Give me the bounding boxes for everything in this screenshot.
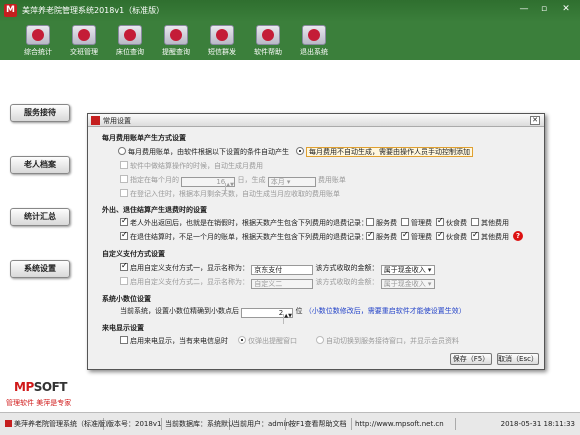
status-version: 版本号：2018v1 <box>104 418 162 430</box>
sms-icon <box>210 25 234 45</box>
slogan: 管理软件 美萍是专家 <box>6 399 72 407</box>
settings-dialog: 常用设置 ✕ 每月费用账单产生方式设置 每月费用账单，由软件根据以下设置的条件自… <box>87 113 545 370</box>
sidebar-item-settings[interactable]: 系统设置 <box>10 260 70 278</box>
title-bar: M 美萍养老院管理系统2018v1（标准版） — ▫ ✕ <box>0 0 580 22</box>
radio-switch-window[interactable]: 自动切换到服务接待窗口，并显示会员资料 <box>316 336 459 346</box>
dialog-close-button[interactable]: ✕ <box>530 116 540 125</box>
fee-service-2[interactable]: 服务费 <box>366 230 397 242</box>
radio-auto[interactable] <box>118 147 126 155</box>
mpsoft-logo: MPSOFT <box>14 380 67 394</box>
shift-button[interactable]: 交班管理 <box>66 24 102 58</box>
fee-service-1[interactable]: 服务费 <box>366 218 397 228</box>
sidebar-item-summary[interactable]: 统计汇总 <box>10 208 70 226</box>
status-app-icon <box>5 420 12 427</box>
fee-meal-1[interactable]: 伙食费 <box>436 216 467 228</box>
section-billing-title: 每月费用账单产生方式设置 <box>102 134 186 142</box>
sidebar-item-archive[interactable]: 老人档案 <box>10 156 70 174</box>
checkbox-monthly-date[interactable]: 指定在每个月的 16▲▼ 日，生成 本月 ▾ 费用账单 <box>120 175 346 193</box>
status-bar: 美萍养老院管理系统（标准版） 版本号：2018v1 当前数据库：系统默认 当前用… <box>0 412 580 435</box>
help-question-icon[interactable]: ? <box>513 231 523 241</box>
checkbox-checkin-bill[interactable]: 在登记入住时，根据本月剩余天数，自动生成当月应收取的费用账单 <box>120 189 340 199</box>
month-select[interactable]: 本月 ▾ <box>267 177 316 187</box>
checkbox-pay2[interactable]: 启用自定义支付方式二，显示名称为： 自定义二 该方式收取的金额： 属于现金收入 … <box>120 277 435 289</box>
help-icon <box>256 25 280 45</box>
pay1-name-input[interactable]: 京东支付 <box>251 265 314 275</box>
section-decimal-title: 系统小数位设置 <box>102 295 151 303</box>
minimize-button[interactable]: — <box>516 3 532 16</box>
fee-other-1[interactable]: 其他费用 <box>471 218 509 228</box>
bed-query-icon <box>118 25 142 45</box>
status-app: 美萍养老院管理系统（标准版） <box>2 418 112 430</box>
bed-query-button[interactable]: 床位查询 <box>112 24 148 58</box>
reminder-icon <box>164 25 188 45</box>
stats-button[interactable]: 综合统计 <box>20 24 56 58</box>
decimal-setting: 当前系统，设置小数位精确到小数点后 2▲▼ 位 （小数位数修改后，需要重启软件才… <box>120 306 466 324</box>
radio-auto-bill[interactable]: 每月费用账单，由软件根据以下设置的条件自动产生 <box>118 147 289 157</box>
save-button[interactable]: 保存（F5） <box>450 353 492 365</box>
radio-manual[interactable] <box>296 147 304 155</box>
reminder-button[interactable]: 提醒查询 <box>158 24 194 58</box>
main-toolbar: 综合统计 交班管理 床位查询 提醒查询 短信群发 软件帮助 退出系统 <box>0 22 580 60</box>
exit-icon <box>302 25 326 45</box>
shift-icon <box>72 25 96 45</box>
checkbox-checkout-refund[interactable]: 在退住结算时，不足一个月的账单，根据天数产生包含下列费用的退费记录： <box>120 230 368 242</box>
section-callerid-title: 来电显示设置 <box>102 324 144 332</box>
section-refund-title: 外出、退住结算产生退费时的设置 <box>102 206 207 214</box>
status-db: 当前数据库：系统默认 <box>162 418 235 430</box>
section-payment-title: 自定义支付方式设置 <box>102 250 165 258</box>
stats-icon <box>26 25 50 45</box>
checkbox-leave-refund[interactable]: 老人外出返回后，也就是在销假时，根据天数产生包含下列费用的退费记录： <box>120 216 368 228</box>
status-help: 按F1查看帮助文档 <box>286 418 352 430</box>
checkbox-settle-bill[interactable]: 软件中做结算操作的时候，自动生成月费用 <box>120 161 263 171</box>
exit-button[interactable]: 退出系统 <box>296 24 332 58</box>
radio-manual-bill[interactable]: 每月费用不自动生成，需要由操作人员手动控制添加 <box>296 147 473 157</box>
window-title: 美萍养老院管理系统2018v1（标准版） <box>22 6 165 15</box>
status-url[interactable]: http://www.mpsoft.net.cn <box>352 418 456 430</box>
dialog-titlebar: 常用设置 ✕ <box>88 114 544 127</box>
status-time: 2018-05-31 18:11:33 <box>500 420 575 428</box>
decimal-spinner[interactable]: 2▲▼ <box>241 308 294 324</box>
checkbox-callerid[interactable]: 启用来电显示，当有来电信息时 <box>120 336 228 346</box>
fee-manage-2[interactable]: 管理费 <box>401 230 432 242</box>
fee-manage-1[interactable]: 管理费 <box>401 218 432 228</box>
status-user: 当前用户：admin <box>230 418 290 430</box>
pay1-type-select[interactable]: 属于现金收入 ▾ <box>380 265 435 275</box>
close-button[interactable]: ✕ <box>558 3 574 16</box>
checkbox-pay1[interactable]: 启用自定义支付方式一，显示名称为： 京东支付 该方式收取的金额： 属于现金收入 … <box>120 261 435 275</box>
radio-popup-only[interactable]: 仅弹出提醒窗口 <box>238 336 297 346</box>
sidebar: 服务接待 老人档案 统计汇总 系统设置 MPSOFT 管理软件 美萍是专家 <box>0 60 78 412</box>
dialog-title: 常用设置 <box>103 117 131 125</box>
restore-button[interactable]: ▫ <box>536 3 552 16</box>
app-logo-icon: M <box>4 4 17 17</box>
help-button[interactable]: 软件帮助 <box>250 24 286 58</box>
pay2-type-select[interactable]: 属于现金收入 ▾ <box>380 279 435 289</box>
sidebar-item-service[interactable]: 服务接待 <box>10 104 70 122</box>
dialog-icon <box>91 116 100 125</box>
fee-other-2[interactable]: 其他费用 <box>471 230 509 242</box>
cancel-button[interactable]: 取消（Esc） <box>497 353 539 365</box>
day-spinner[interactable]: 16▲▼ <box>181 177 236 193</box>
fee-meal-2[interactable]: 伙食费 <box>436 230 467 242</box>
pay2-name-input[interactable]: 自定义二 <box>251 279 314 289</box>
sms-button[interactable]: 短信群发 <box>204 24 240 58</box>
decimal-note: （小数位数修改后，需要重启软件才能使设置生效） <box>304 307 466 315</box>
